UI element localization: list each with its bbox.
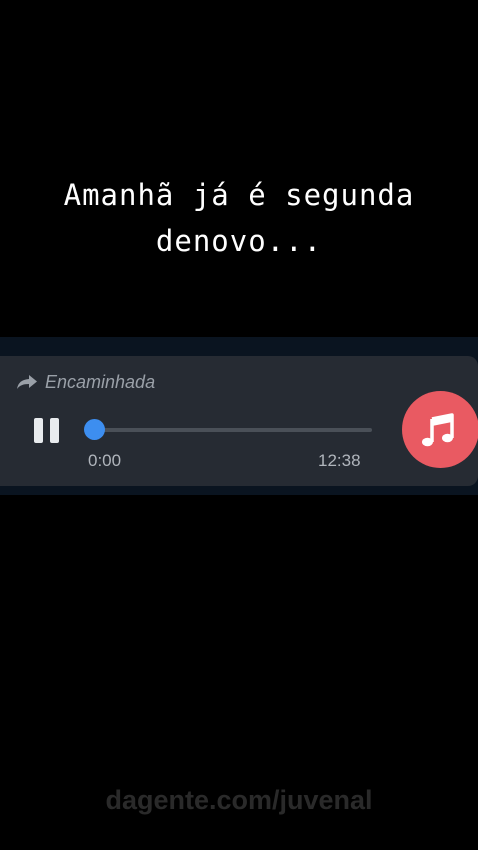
pause-button[interactable] <box>34 418 62 444</box>
caption-text: Amanhã já é segunda denovo... <box>0 172 478 264</box>
music-note-icon <box>421 412 454 446</box>
current-time: 0:00 <box>88 451 122 470</box>
forwarded-indicator: Encaminhada <box>16 370 155 394</box>
forward-arrow-icon <box>16 374 38 390</box>
audio-progress-track[interactable] <box>92 428 372 432</box>
music-badge <box>402 391 478 468</box>
caption-line-1: Amanhã já é segunda <box>63 178 415 212</box>
pause-icon <box>34 418 43 443</box>
duration: 12:38 <box>318 451 361 470</box>
audio-progress-knob[interactable] <box>84 419 105 440</box>
caption-line-2: denovo... <box>155 224 323 258</box>
watermark: dagente.com/juvenal <box>105 785 373 815</box>
forwarded-label: Encaminhada <box>45 371 156 392</box>
pause-icon-bar <box>50 418 59 443</box>
